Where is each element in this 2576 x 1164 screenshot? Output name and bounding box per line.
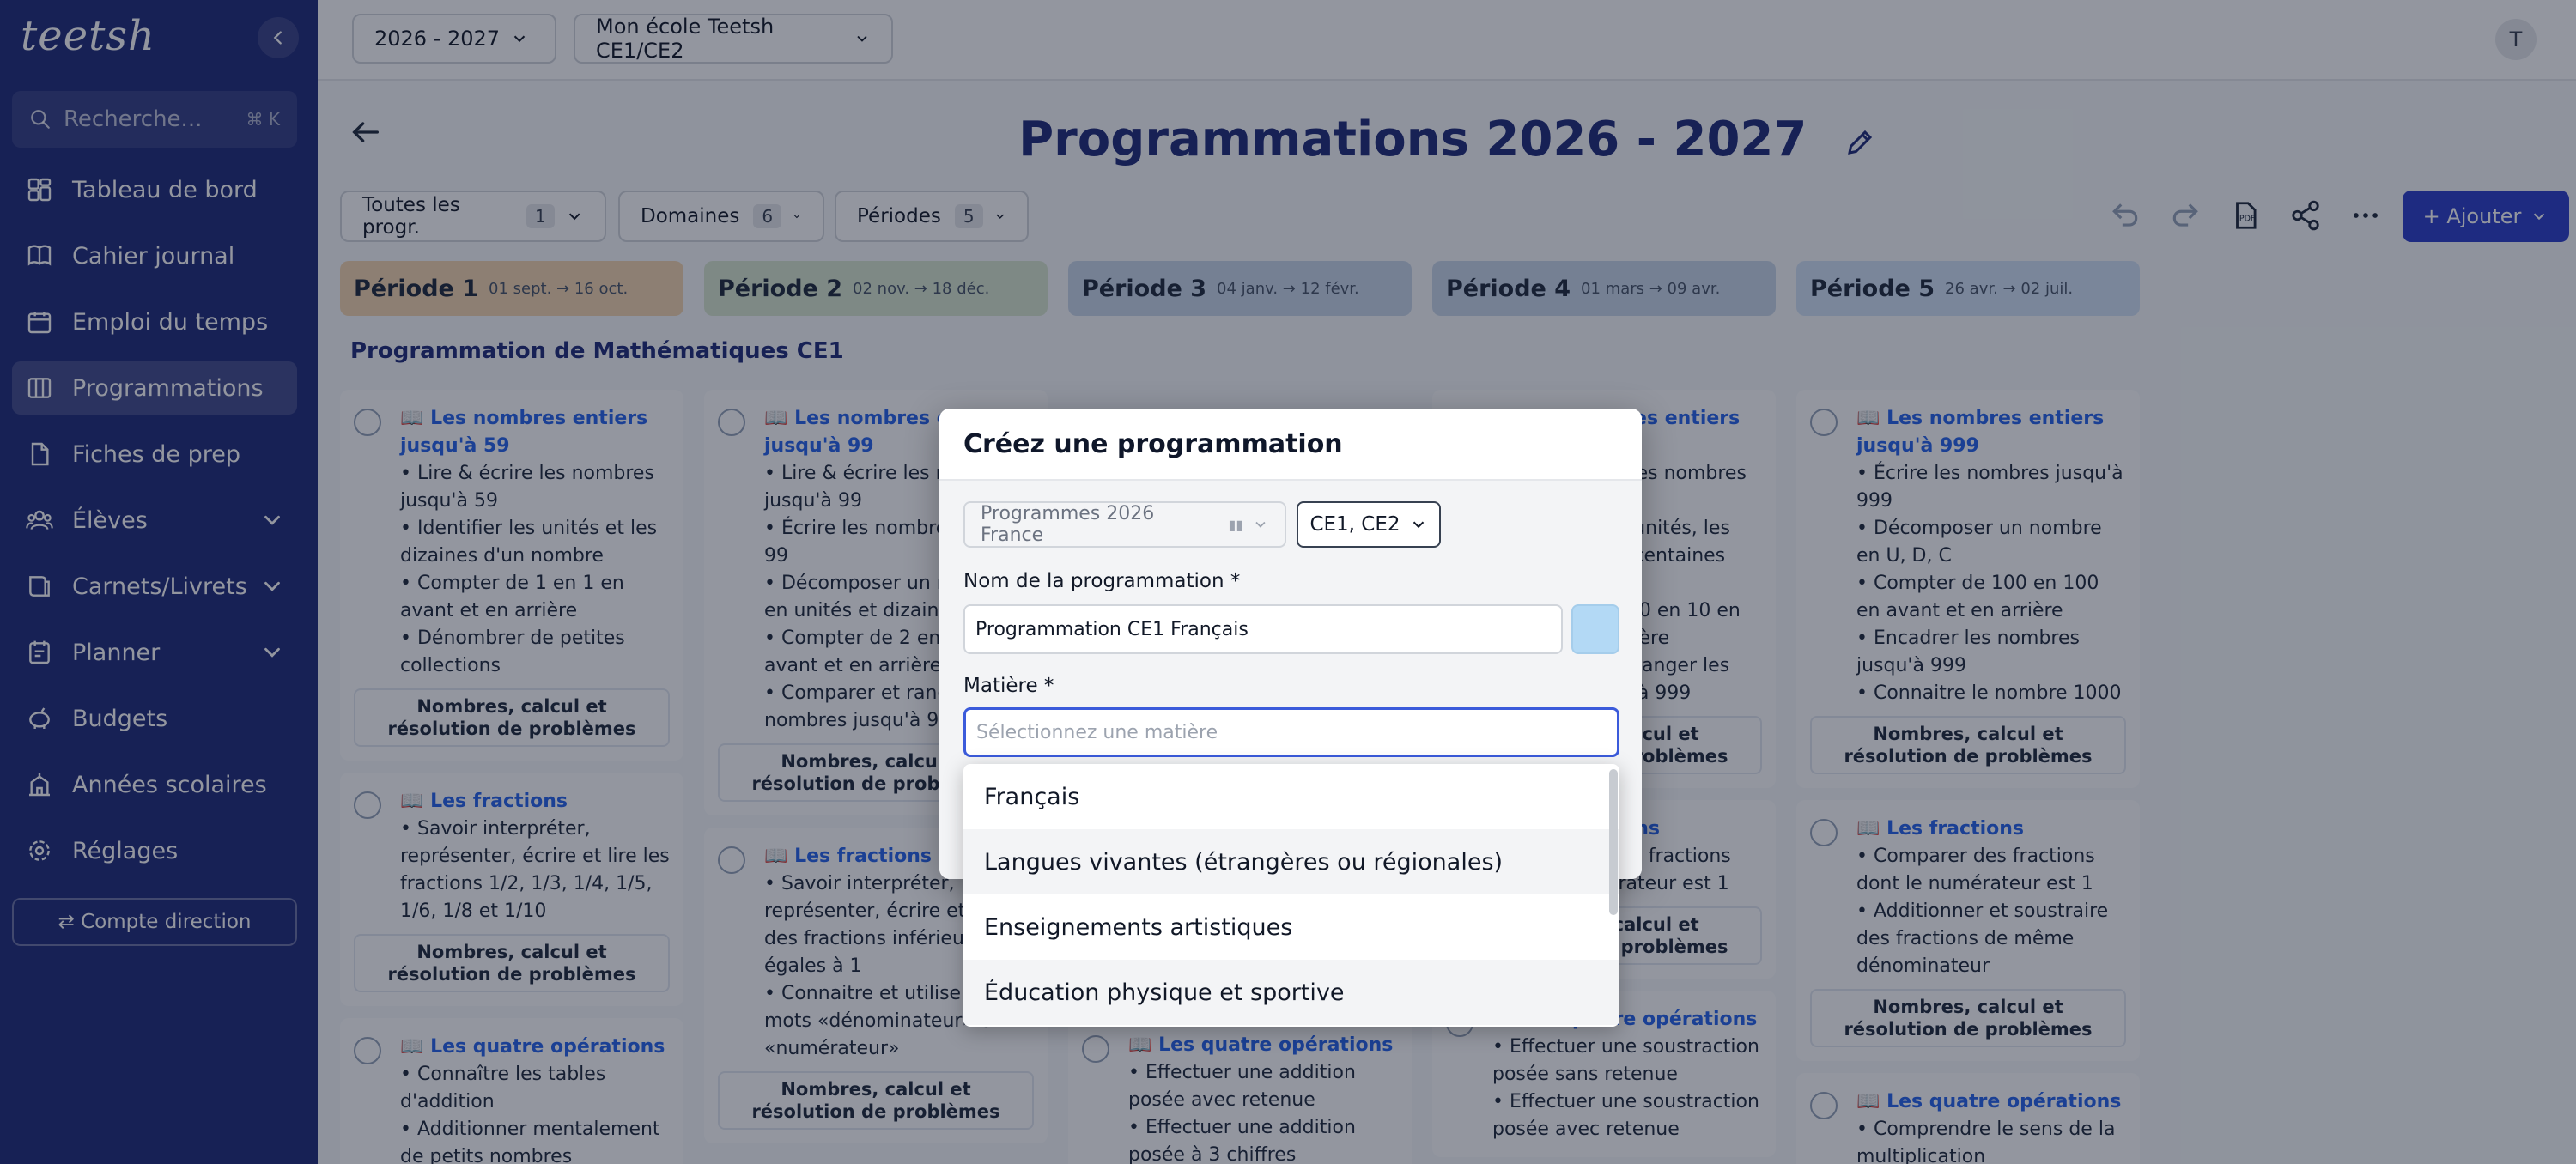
level-select-value: CE1, CE2 bbox=[1309, 513, 1400, 536]
dropdown-scrollbar[interactable] bbox=[1609, 769, 1618, 915]
level-select[interactable]: CE1, CE2 bbox=[1297, 501, 1441, 548]
matiere-dropdown: Français Langues vivantes (étrangères ou… bbox=[963, 764, 1619, 1027]
program-select-value: Programmes 2026 France bbox=[981, 503, 1155, 546]
color-swatch-button[interactable] bbox=[1571, 604, 1619, 654]
name-field-label: Nom de la programmation * bbox=[963, 570, 1241, 592]
matiere-option-langues-vivantes[interactable]: Langues vivantes (étrangères ou régional… bbox=[963, 829, 1619, 894]
modal-title: Créez une programmation bbox=[939, 409, 1642, 481]
chevron-down-icon bbox=[1413, 521, 1424, 529]
program-select[interactable]: Programmes 2026 France ▮▮ bbox=[963, 501, 1286, 548]
programmation-name-input[interactable] bbox=[963, 604, 1563, 654]
matiere-field-label: Matière * bbox=[963, 675, 1054, 697]
chevron-down-icon bbox=[1255, 521, 1266, 528]
flag-icon: ▮▮ bbox=[1228, 516, 1244, 533]
matiere-option-enseignements-artistiques[interactable]: Enseignements artistiques bbox=[963, 894, 1619, 960]
matiere-option-eps[interactable]: Éducation physique et sportive bbox=[963, 960, 1619, 1025]
matiere-option-francais[interactable]: Français bbox=[963, 764, 1619, 829]
matiere-input[interactable] bbox=[963, 707, 1619, 757]
